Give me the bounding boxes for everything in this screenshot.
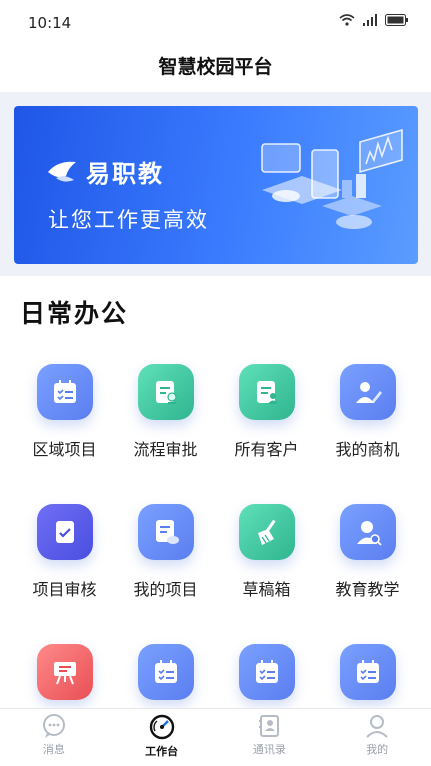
approval-doc-icon (155, 381, 177, 404)
status-icons (339, 14, 409, 26)
status-time: 10:14 (28, 14, 72, 32)
presentation-board-icon (53, 662, 76, 685)
app-project-review[interactable]: 项目审核 (14, 498, 115, 638)
my-projects-tile (137, 504, 194, 560)
calendar-list-icon (154, 660, 177, 683)
section-title: 日常办公 (20, 299, 129, 328)
tab-label: 消息 (42, 743, 65, 756)
office-illustration-icon (261, 128, 403, 229)
signal-icon (363, 14, 377, 26)
app-label: 流程审批 (133, 440, 198, 459)
calendar-tile (137, 644, 194, 700)
calendar-list-icon (255, 660, 278, 683)
app-grid: 区域项目 流程审批 所有客户 我的商机 项目审核 我的项目 草稿箱 教育教学 (14, 358, 418, 766)
app-label: 草稿箱 (242, 580, 291, 599)
banner-slogan: 让您工作更高效 (48, 208, 209, 232)
app-my-projects[interactable]: 我的项目 (115, 498, 216, 638)
promo-banner[interactable]: 易职教 让您工作更高效 (14, 106, 418, 264)
education-teaching-tile (339, 504, 396, 560)
battery-icon (385, 14, 408, 26)
app-area-project[interactable]: 区域项目 (14, 358, 115, 498)
brand-logo: 易职教 (46, 154, 164, 189)
app-drafts[interactable]: 草稿箱 (216, 498, 317, 638)
person-pen-icon (355, 382, 382, 403)
tab-messages[interactable]: 消息 (0, 709, 108, 766)
app-label: 区域项目 (32, 440, 97, 459)
tab-workbench[interactable]: 工作台 (108, 709, 216, 766)
dashboard-gauge-icon (149, 714, 174, 740)
wifi-icon (339, 14, 355, 26)
all-customers-tile (238, 364, 295, 420)
area-project-tile (36, 364, 93, 420)
tab-label: 工作台 (145, 745, 179, 758)
contacts-book-icon (259, 715, 280, 737)
app-label: 项目审核 (32, 580, 97, 599)
app-label: 教育教学 (335, 580, 400, 599)
chat-icon (42, 714, 65, 738)
project-review-tile (36, 504, 93, 560)
bottom-tab-bar: 消息 工作台 通讯录 我的 (0, 708, 431, 766)
calendar-list-icon (53, 380, 76, 403)
status-bar: 10:14 (0, 0, 431, 44)
presentation-tile (36, 644, 93, 700)
customer-doc-icon (256, 381, 278, 404)
brand-name: 易职教 (86, 160, 164, 188)
app-label: 我的项目 (133, 580, 198, 599)
profile-icon (366, 715, 388, 738)
page-title: 智慧校园平台 (158, 56, 273, 78)
calendar-tile (339, 644, 396, 700)
app-process-approval[interactable]: 流程审批 (115, 358, 216, 498)
brand-leaf-icon (48, 161, 76, 182)
tab-label: 我的 (366, 743, 389, 756)
teacher-search-icon (356, 521, 382, 546)
calendar-tile (238, 644, 295, 700)
calendar-list-icon (356, 660, 379, 683)
broom-icon (257, 519, 276, 545)
app-label: 我的商机 (335, 440, 400, 459)
my-opportunities-tile (339, 364, 396, 420)
app-my-opportunities[interactable]: 我的商机 (317, 358, 418, 498)
app-label: 所有客户 (234, 440, 299, 459)
banner-area: 易职教 让您工作更高效 (0, 92, 431, 276)
drafts-tile (238, 504, 295, 560)
review-check-icon (55, 521, 74, 543)
tab-profile[interactable]: 我的 (323, 709, 431, 766)
app-header: 智慧校园平台 (0, 44, 431, 90)
process-approval-tile (137, 364, 194, 420)
app-education-teaching[interactable]: 教育教学 (317, 498, 418, 638)
app-all-customers[interactable]: 所有客户 (216, 358, 317, 498)
tab-label: 通讯录 (252, 743, 286, 756)
doc-cloud-icon (155, 520, 179, 544)
tab-contacts[interactable]: 通讯录 (216, 709, 324, 766)
